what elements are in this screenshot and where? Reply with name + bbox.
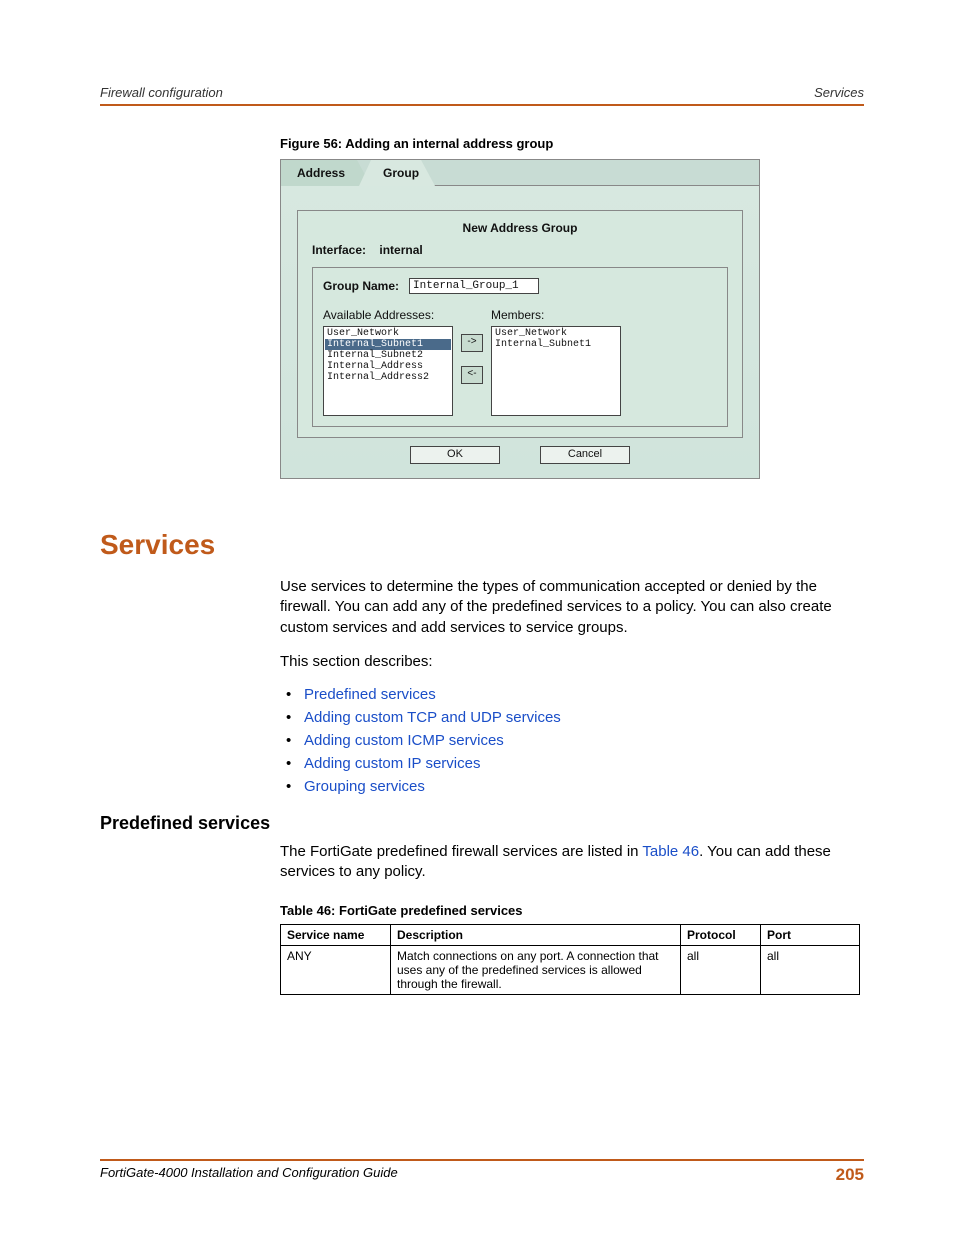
list-item[interactable]: Internal_Subnet1 — [493, 339, 619, 350]
interface-row: Interface: internal — [312, 243, 728, 257]
inner-panel: Group Name: Internal_Group_1 Available A… — [312, 267, 728, 427]
header-right: Services — [814, 85, 864, 100]
link-predefined-services[interactable]: Predefined services — [304, 686, 436, 703]
ok-button[interactable]: OK — [410, 446, 500, 464]
panel-new-address-group: New Address Group Interface: internal Gr… — [297, 210, 743, 438]
link-custom-ip[interactable]: Adding custom IP services — [304, 755, 480, 772]
link-custom-tcp-udp[interactable]: Adding custom TCP and UDP services — [304, 709, 561, 726]
figure-caption: Figure 56: Adding an internal address gr… — [280, 136, 864, 151]
panel-title: New Address Group — [312, 221, 728, 235]
table-caption: Table 46: FortiGate predefined services — [280, 903, 864, 918]
link-table-46[interactable]: Table 46 — [642, 843, 699, 860]
page-header: Firewall configuration Services — [100, 85, 864, 106]
move-right-button[interactable]: -> — [461, 334, 483, 352]
list-item: Adding custom IP services — [304, 755, 864, 772]
tab-bar: Address Group — [281, 160, 759, 186]
list-item[interactable]: Internal_Subnet2 — [325, 350, 451, 361]
available-listbox[interactable]: User_NetworkInternal_Subnet1Internal_Sub… — [323, 326, 453, 416]
group-name-input[interactable]: Internal_Group_1 — [409, 278, 539, 294]
table-header-row: Service name Description Protocol Port — [281, 924, 860, 945]
list-item: Grouping services — [304, 778, 864, 795]
link-custom-icmp[interactable]: Adding custom ICMP services — [304, 732, 504, 749]
th-description: Description — [391, 924, 681, 945]
th-port: Port — [761, 924, 860, 945]
table-row: ANY Match connections on any port. A con… — [281, 945, 860, 994]
th-protocol: Protocol — [681, 924, 761, 945]
services-para-2: This section describes: — [280, 652, 864, 672]
tab-address[interactable]: Address — [281, 160, 371, 186]
available-label: Available Addresses: — [323, 308, 453, 322]
td-port: all — [761, 945, 860, 994]
screenshot-address-group: Address Group New Address Group Interfac… — [280, 159, 760, 479]
td-description: Match connections on any port. A connect… — [391, 945, 681, 994]
footer-page-number: 205 — [836, 1165, 864, 1185]
list-item[interactable]: Internal_Address2 — [325, 372, 451, 383]
list-item: Adding custom ICMP services — [304, 732, 864, 749]
list-item[interactable]: User_Network — [493, 328, 619, 339]
interface-label: Interface: — [312, 243, 366, 257]
td-protocol: all — [681, 945, 761, 994]
tab-group[interactable]: Group — [359, 160, 435, 186]
predefined-para: The FortiGate predefined firewall servic… — [280, 842, 864, 883]
interface-value: internal — [379, 243, 422, 257]
page-footer: FortiGate-4000 Installation and Configur… — [100, 1159, 864, 1185]
group-name-row: Group Name: Internal_Group_1 — [323, 278, 717, 294]
td-service-name: ANY — [281, 945, 391, 994]
heading-services: Services — [100, 529, 864, 561]
services-para-1: Use services to determine the types of c… — [280, 577, 864, 638]
heading-predefined: Predefined services — [100, 813, 864, 834]
header-left: Firewall configuration — [100, 85, 223, 100]
members-listbox[interactable]: User_NetworkInternal_Subnet1 — [491, 326, 621, 416]
th-service-name: Service name — [281, 924, 391, 945]
list-item: Adding custom TCP and UDP services — [304, 709, 864, 726]
list-item: Predefined services — [304, 686, 864, 703]
cancel-button[interactable]: Cancel — [540, 446, 630, 464]
members-label: Members: — [491, 308, 621, 322]
list-item[interactable]: Internal_Subnet1 — [325, 339, 451, 350]
group-name-label: Group Name: — [323, 279, 399, 293]
link-grouping-services[interactable]: Grouping services — [304, 778, 425, 795]
move-left-button[interactable]: <- — [461, 366, 483, 384]
footer-left: FortiGate-4000 Installation and Configur… — [100, 1165, 398, 1185]
predefined-para-a: The FortiGate predefined firewall servic… — [280, 843, 642, 860]
services-link-list: Predefined services Adding custom TCP an… — [280, 686, 864, 795]
list-item[interactable]: User_Network — [325, 328, 451, 339]
services-table: Service name Description Protocol Port A… — [280, 924, 860, 995]
list-item[interactable]: Internal_Address — [325, 361, 451, 372]
